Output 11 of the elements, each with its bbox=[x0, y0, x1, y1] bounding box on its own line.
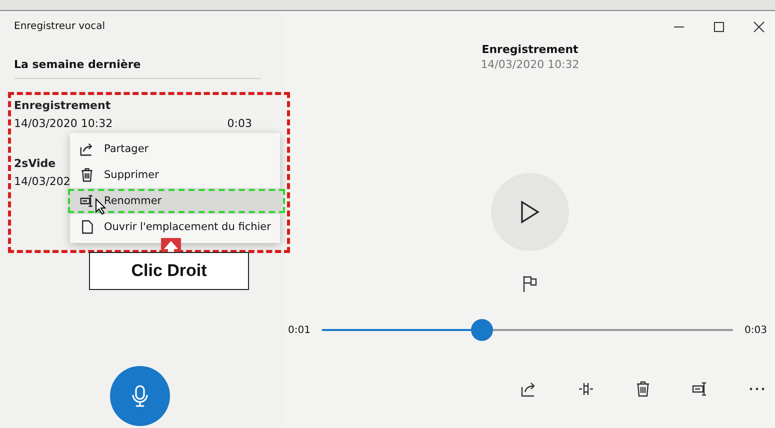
menu-item[interactable]: Ouvrir l'emplacement du fichier bbox=[70, 214, 280, 240]
elapsed-time: 0:01 bbox=[288, 324, 310, 336]
callout-label: Clic Droit bbox=[89, 252, 249, 290]
group-header: La semaine dernière bbox=[14, 58, 261, 79]
menu-item[interactable]: Renommer bbox=[70, 188, 280, 214]
menu-item[interactable]: Supprimer bbox=[70, 162, 280, 188]
total-time: 0:03 bbox=[744, 324, 767, 336]
window-title: Enregistreur vocal bbox=[14, 21, 106, 32]
menu-item[interactable]: Partager bbox=[70, 136, 280, 162]
recording-date: 14/03/2020 10:32 bbox=[480, 58, 580, 71]
recording-title: Enregistrement bbox=[482, 43, 578, 56]
